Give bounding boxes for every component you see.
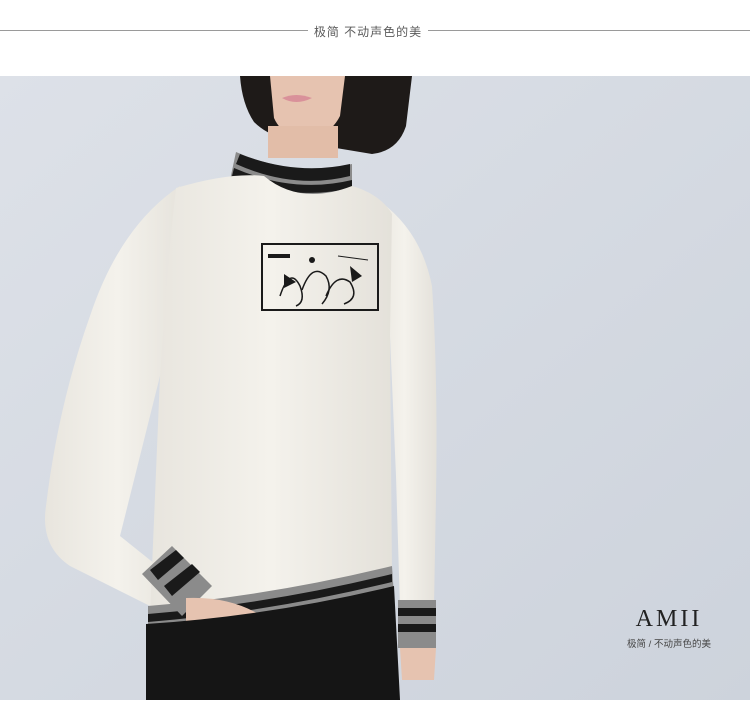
brand-tagline: 极简 / 不动声色的美 <box>627 639 711 650</box>
brand-logo: AMII <box>635 606 703 632</box>
hand-right <box>400 648 436 680</box>
header-rule-left <box>0 30 308 31</box>
sweater-body <box>150 175 392 616</box>
page-header: 极简 不动声色的美 <box>0 0 750 60</box>
header-tagline: 极简 不动声色的美 <box>313 25 423 39</box>
header-rule-right <box>428 30 750 31</box>
brand-block: AMII 极简 / 不动声色的美 <box>614 606 724 650</box>
bottom-margin <box>0 700 750 715</box>
neck <box>268 126 338 158</box>
